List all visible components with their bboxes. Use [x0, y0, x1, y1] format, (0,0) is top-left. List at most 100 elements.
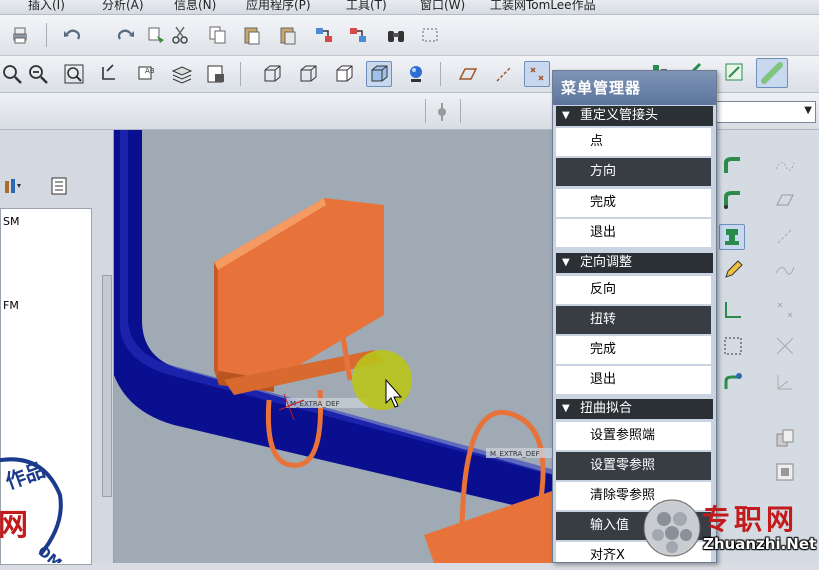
side-logo-text2: OM — [34, 543, 64, 563]
menu-item-quit[interactable]: 退出 — [556, 219, 711, 247]
svg-text:网: 网 — [0, 508, 28, 543]
svg-text:M_EXTRA_DEF: M_EXTRA_DEF — [490, 450, 540, 458]
side-logo-text: 作品 — [2, 458, 48, 494]
select-box-icon[interactable] — [418, 23, 442, 47]
menu-item-point[interactable]: 点 — [556, 128, 711, 156]
menu-insert[interactable]: 插入(I) — [28, 0, 65, 13]
tree-item[interactable]: FM — [3, 299, 19, 312]
toolbar-separator — [46, 23, 47, 47]
view-manager-icon[interactable] — [204, 62, 228, 86]
menu-manager-title[interactable]: 菜单管理器 — [553, 71, 716, 105]
menu-title-text: 工装网TomLee作品 — [490, 0, 596, 12]
dashed-box-icon[interactable] — [721, 334, 745, 358]
svg-text:AB: AB — [145, 67, 155, 75]
datum-planes-icon[interactable] — [456, 62, 480, 86]
coord-sys-icon[interactable] — [773, 370, 797, 394]
panel-splitter[interactable] — [102, 275, 112, 497]
menu-item-direction[interactable]: 方向 — [556, 158, 711, 186]
fitting-info-icon[interactable] — [721, 370, 745, 394]
watermark-url: Zhuanzhi.Net — [703, 535, 817, 553]
layers-icon[interactable] — [170, 62, 194, 86]
pipe-fitting-icon[interactable] — [721, 154, 745, 178]
pipe-solid-icon[interactable] — [756, 58, 788, 88]
menu-window[interactable]: 窗口(W) — [420, 0, 465, 13]
ball-logo-icon — [643, 499, 701, 557]
toolbar-separator — [440, 62, 441, 86]
toolbar-separator — [460, 99, 461, 123]
datum-points-icon[interactable] — [524, 61, 550, 87]
datum-axes-icon[interactable] — [492, 62, 516, 86]
copy-icon[interactable] — [206, 23, 230, 47]
collapse-triangle-icon: ▼ — [562, 110, 570, 121]
graphics-viewport[interactable]: M_EXTRA_DEF M_EXTRA_DEF — [114, 130, 555, 563]
regen-manager-icon[interactable] — [346, 23, 370, 47]
binoculars-icon[interactable] — [384, 23, 408, 47]
tree-settings-icon[interactable] — [48, 174, 72, 198]
collapse-triangle-icon: ▼ — [562, 403, 570, 414]
zoom-out-icon[interactable] — [26, 62, 50, 86]
menu-info[interactable]: 信息(N) — [174, 0, 216, 13]
toolbar-separator — [425, 99, 426, 123]
filter-dropdown[interactable]: ▼ — [712, 101, 816, 123]
plane-icon[interactable] — [773, 188, 797, 212]
redo-icon[interactable] — [114, 23, 138, 47]
fitting-insert-icon[interactable] — [719, 224, 745, 250]
intersect-icon[interactable] — [773, 334, 797, 358]
section-twist-fit[interactable]: ▼ 扭曲拟合 — [556, 399, 713, 419]
regenerate-icon[interactable] — [144, 23, 168, 47]
menu-item-set-ref-end[interactable]: 设置参照端 — [556, 422, 711, 450]
bracket-shape — [424, 490, 555, 563]
menu-item-done[interactable]: 完成 — [556, 189, 711, 217]
pencil-icon[interactable] — [721, 258, 745, 282]
corner-icon[interactable] — [721, 298, 745, 322]
datum-label: M_EXTRA_DEF — [486, 448, 552, 458]
no-hidden-icon[interactable] — [332, 62, 356, 86]
menu-tools[interactable]: 工具(T) — [346, 0, 387, 13]
saved-views-icon[interactable]: AB — [134, 62, 158, 86]
regenerate-model-icon[interactable] — [312, 23, 336, 47]
zoom-in-icon[interactable] — [0, 62, 24, 86]
menu-item-quit[interactable]: 退出 — [556, 366, 711, 394]
tree-item[interactable]: SM — [3, 215, 19, 228]
axis-line-icon[interactable] — [773, 224, 797, 248]
svg-text:M_EXTRA_DEF: M_EXTRA_DEF — [290, 400, 340, 408]
collapse-triangle-icon: ▼ — [562, 257, 570, 268]
watermark-logo: 专职网 Zhuanzhi.Net — [640, 492, 819, 563]
paste-icon[interactable] — [240, 23, 264, 47]
chevron-down-icon[interactable]: ▼ — [804, 105, 812, 116]
copy-geometry-icon[interactable] — [773, 426, 797, 450]
pipe-edit-icon[interactable] — [722, 60, 746, 84]
menu-item-flip[interactable]: 反向 — [556, 276, 711, 304]
shading-icon[interactable] — [366, 61, 392, 87]
watermark-name: 专职网 — [702, 503, 799, 536]
menu-applications[interactable]: 应用程序(P) — [246, 0, 311, 13]
cut-icon[interactable] — [168, 23, 192, 47]
menu-bar: 插入(I) 分析(A) 信息(N) 应用程序(P) 工具(T) 窗口(W) 工装… — [0, 0, 819, 15]
refit-icon[interactable] — [62, 62, 86, 86]
menu-analysis[interactable]: 分析(A) — [102, 0, 144, 13]
sketch-curve-icon[interactable] — [773, 154, 797, 178]
point-array-icon[interactable] — [773, 298, 797, 322]
undo-icon[interactable] — [60, 23, 84, 47]
paste-special-icon[interactable] — [276, 23, 300, 47]
toolbar-standard — [0, 15, 819, 56]
section-orientation-adjust[interactable]: ▼ 定向调整 — [556, 253, 713, 273]
print-icon[interactable] — [8, 23, 32, 47]
section-redefine-fitting[interactable]: ▼ 重定义管接头 — [556, 106, 713, 126]
tree-columns-icon[interactable] — [2, 174, 26, 198]
shrinkwrap-icon[interactable] — [773, 460, 797, 484]
side-watermark-logo: 作品 网 OM — [0, 455, 70, 570]
curve-icon[interactable] — [773, 258, 797, 282]
hidden-line-icon[interactable] — [296, 62, 320, 86]
menu-item-done[interactable]: 完成 — [556, 336, 711, 364]
cursor-highlight — [352, 350, 412, 410]
toolbar-separator — [240, 62, 241, 86]
reorient-icon[interactable] — [98, 62, 122, 86]
spin-center-icon[interactable] — [430, 100, 454, 124]
appearance-icon[interactable] — [404, 62, 428, 86]
wireframe-icon[interactable] — [260, 62, 284, 86]
menu-manager-dialog: 菜单管理器 ▼ 重定义管接头 点 方向 完成 退出 ▼ 定向调整 反向 扭转 完… — [552, 70, 717, 563]
pipe-route-icon[interactable] — [721, 188, 745, 212]
menu-item-set-zero-ref[interactable]: 设置零参照 — [556, 452, 711, 480]
menu-item-twist[interactable]: 扭转 — [556, 306, 711, 334]
